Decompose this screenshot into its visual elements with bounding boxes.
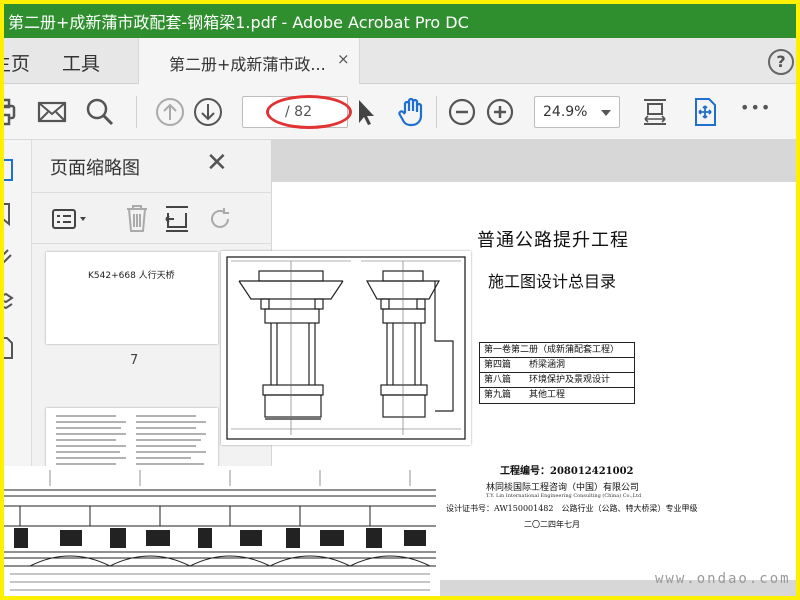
window-title: 第二册+成新蒲市政配套-钢箱梁1.pdf - Adobe Acrobat Pro… <box>8 13 469 32</box>
contents-row: 第九篇 其他工程 <box>484 390 566 400</box>
tab-bar: 主页 工具 第二册+成新蒲市政... × ? <box>0 38 800 84</box>
document-subheading: 施工图设计总目录 <box>488 272 617 291</box>
thumbnail-toolbar <box>32 192 272 244</box>
menu-tools[interactable]: 工具 <box>62 49 100 76</box>
zoom-value: 24.9% <box>543 104 588 120</box>
contents-row: 第四篇 桥梁涵洞 <box>480 358 634 373</box>
menu-home[interactable]: 主页 <box>0 49 30 76</box>
rotate-icon[interactable] <box>206 205 234 233</box>
annotation-ellipse <box>266 95 352 129</box>
toolbar-separator <box>436 96 437 128</box>
options-icon[interactable] <box>52 207 90 231</box>
watermark-text: www.ondao.com <box>655 571 791 587</box>
toolbar: / 82 24.9% ••• <box>0 84 800 140</box>
bridge-section-drawing <box>4 470 436 591</box>
next-page-icon[interactable] <box>192 96 224 128</box>
chevron-down-icon <box>601 110 611 116</box>
scroll-mode-icon[interactable] <box>689 96 721 128</box>
email-icon[interactable] <box>36 96 68 128</box>
design-certificate: 设计证书号：AW150001482 公路行业（公路、特大桥梁）专业甲级 <box>446 504 698 513</box>
document-icon[interactable] <box>0 336 16 360</box>
layers-icon[interactable] <box>0 290 16 314</box>
attachment-icon[interactable] <box>0 244 16 268</box>
select-cursor-icon[interactable] <box>350 96 382 128</box>
close-icon[interactable]: ✕ <box>206 148 228 178</box>
zoom-select[interactable]: 24.9% <box>534 96 620 128</box>
document-heading: 普通公路提升工程 <box>477 230 629 251</box>
pier-elevation-drawing <box>226 256 466 440</box>
bridge-drawing-overlay <box>0 466 440 600</box>
question-icon[interactable]: ? <box>768 49 794 75</box>
toolbar-separator <box>136 96 137 128</box>
company-name: 林同棪国际工程咨询（中国）有限公司 <box>486 483 640 493</box>
thumbnail-title: K542+668 人行天桥 <box>88 271 175 281</box>
contents-row: 第一卷第二册（成新蒲配套工程） <box>480 343 634 358</box>
delete-icon[interactable] <box>124 203 150 233</box>
contents-table: 第一卷第二册（成新蒲配套工程） 第四篇 桥梁涵洞 第八篇 环境保护及景观设计 第… <box>479 342 635 404</box>
bookmark-icon[interactable] <box>0 202 16 226</box>
pier-drawing-overlay <box>221 251 471 445</box>
zoom-out-icon[interactable] <box>446 96 478 128</box>
tab-close-icon[interactable]: × <box>337 50 350 68</box>
print-icon[interactable] <box>0 96 18 128</box>
page-thumbnail[interactable]: K542+668 人行天桥 <box>46 252 218 344</box>
company-name-en: T.Y. Lin International Engineering Consu… <box>486 493 642 499</box>
page-number-label: 7 <box>130 353 139 368</box>
zoom-in-icon[interactable] <box>484 96 516 128</box>
page-thumbnails-icon[interactable] <box>0 158 16 182</box>
insert-page-icon[interactable] <box>164 205 190 233</box>
pane-title: 页面缩略图 <box>50 158 140 179</box>
document-tab[interactable]: 第二册+成新蒲市政... × <box>138 38 360 84</box>
title-bar: 第二册+成新蒲市政配套-钢箱梁1.pdf - Adobe Acrobat Pro… <box>0 0 800 38</box>
fit-page-icon[interactable] <box>639 96 671 128</box>
search-icon[interactable] <box>84 96 116 128</box>
issue-date: 二〇二四年七月 <box>524 520 580 529</box>
project-number: 工程编号：208012421002 <box>500 466 634 477</box>
prev-page-icon[interactable] <box>154 96 186 128</box>
more-icon[interactable]: ••• <box>740 98 771 117</box>
contents-row: 第八篇 环境保护及景观设计 <box>480 373 634 388</box>
hand-tool-icon[interactable] <box>396 96 428 128</box>
document-tab-label: 第二册+成新蒲市政... <box>169 55 326 74</box>
